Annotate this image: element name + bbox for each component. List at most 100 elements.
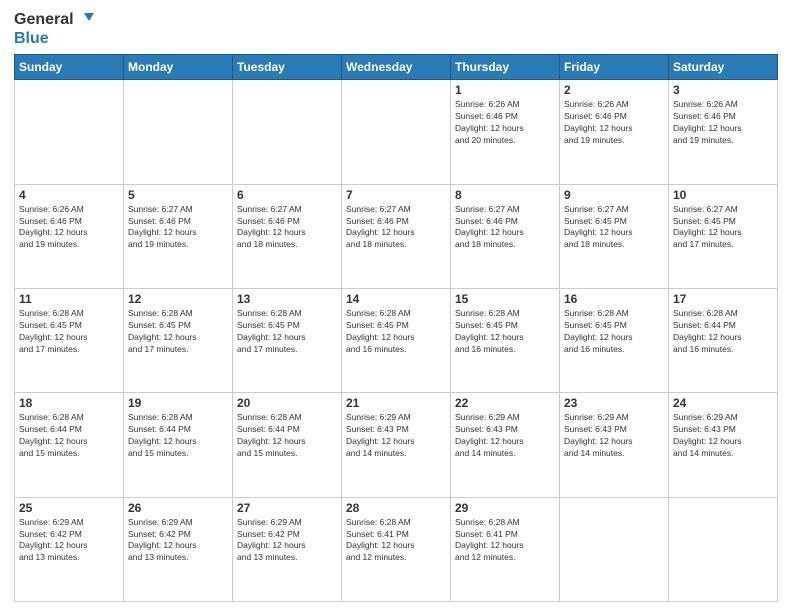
calendar-cell: 9Sunrise: 6:27 AM Sunset: 6:45 PM Daylig… [560,184,669,288]
day-number: 28 [346,501,446,515]
day-number: 6 [237,188,337,202]
day-info: Sunrise: 6:29 AM Sunset: 6:43 PM Dayligh… [346,412,446,460]
day-info: Sunrise: 6:26 AM Sunset: 6:46 PM Dayligh… [455,99,555,147]
day-info: Sunrise: 6:28 AM Sunset: 6:45 PM Dayligh… [564,308,664,356]
day-info: Sunrise: 6:29 AM Sunset: 6:42 PM Dayligh… [19,517,119,565]
day-number: 1 [455,83,555,97]
day-number: 19 [128,396,228,410]
calendar-cell: 16 Sunrise: 6:28 AM Sunset: 6:45 PM Dayli… [560,289,669,393]
day-number: 4 [19,188,119,202]
calendar-cell [669,497,778,601]
weekday-header: Tuesday [233,55,342,80]
day-number: 10 [673,188,773,202]
day-number: 24 [673,396,773,410]
day-number: 9 [564,188,664,202]
day-info: Sunrise: 6:28 AM Sunset: 6:41 PM Dayligh… [455,517,555,565]
logo-blue: Blue [14,29,49,48]
day-number: 26 [128,501,228,515]
calendar-cell: 12 Sunrise: 6:28 AM Sunset: 6:45 PM Dayli… [124,289,233,393]
calendar-cell: 13 Sunrise: 6:28 AM Sunset: 6:45 PM Dayli… [233,289,342,393]
calendar-cell: 23 Sunrise: 6:29 AM Sunset: 6:43 PM Dayli… [560,393,669,497]
logo-arrow-icon [76,11,94,29]
day-number: 13 [237,292,337,306]
day-number: 12 [128,292,228,306]
day-info: Sunrise: 6:27 AM Sunset: 6:46 PM Dayligh… [128,204,228,252]
calendar-table: SundayMondayTuesdayWednesdayThursdayFrid… [14,54,778,602]
day-info: Sunrise: 6:28 AM Sunset: 6:44 PM Dayligh… [19,412,119,460]
calendar-cell: 4 Sunrise: 6:26 AM Sunset: 6:46 PM Daylig… [15,184,124,288]
calendar-cell [124,80,233,184]
calendar-cell: 22 Sunrise: 6:29 AM Sunset: 6:43 PM Dayli… [451,393,560,497]
calendar-cell: 5 Sunrise: 6:27 AM Sunset: 6:46 PM Daylig… [124,184,233,288]
day-info: Sunrise: 6:26 AM Sunset: 6:46 PM Dayligh… [19,204,119,252]
calendar-cell: 18 Sunrise: 6:28 AM Sunset: 6:44 PM Dayli… [15,393,124,497]
page: General Blue SundayMondayTuesdayWednesda… [0,0,792,612]
day-info: Sunrise: 6:29 AM Sunset: 6:42 PM Dayligh… [128,517,228,565]
calendar-cell: 8 Sunrise: 6:27 AM Sunset: 6:46 PM Daylig… [451,184,560,288]
day-info: Sunrise: 6:29 AM Sunset: 6:43 PM Dayligh… [673,412,773,460]
weekday-header: Wednesday [342,55,451,80]
calendar-cell: 1 Sunrise: 6:26 AM Sunset: 6:46 PM Daylig… [451,80,560,184]
day-info: Sunrise: 6:29 AM Sunset: 6:43 PM Dayligh… [455,412,555,460]
calendar-cell: 10 Sunrise: 6:27 AM Sunset: 6:45 PM Dayli… [669,184,778,288]
calendar-cell: 27Sunrise: 6:29 AM Sunset: 6:42 PM Dayli… [233,497,342,601]
logo-general: General [14,10,74,29]
weekday-header: Thursday [451,55,560,80]
day-info: Sunrise: 6:28 AM Sunset: 6:44 PM Dayligh… [128,412,228,460]
day-info: Sunrise: 6:28 AM Sunset: 6:45 PM Dayligh… [19,308,119,356]
calendar-cell: 14 Sunrise: 6:28 AM Sunset: 6:45 PM Dayli… [342,289,451,393]
day-number: 8 [455,188,555,202]
calendar-cell: 25Sunrise: 6:29 AM Sunset: 6:42 PM Dayli… [15,497,124,601]
day-info: Sunrise: 6:26 AM Sunset: 6:46 PM Dayligh… [564,99,664,147]
calendar-cell: 19 Sunrise: 6:28 AM Sunset: 6:44 PM Dayli… [124,393,233,497]
calendar-cell: 11 Sunrise: 6:28 AM Sunset: 6:45 PM Dayli… [15,289,124,393]
calendar-cell [15,80,124,184]
day-info: Sunrise: 6:28 AM Sunset: 6:45 PM Dayligh… [237,308,337,356]
calendar-cell: 21 Sunrise: 6:29 AM Sunset: 6:43 PM Dayli… [342,393,451,497]
day-number: 5 [128,188,228,202]
day-info: Sunrise: 6:28 AM Sunset: 6:41 PM Dayligh… [346,517,446,565]
calendar-cell: 15 Sunrise: 6:28 AM Sunset: 6:45 PM Dayli… [451,289,560,393]
weekday-header: Friday [560,55,669,80]
header: General Blue [14,10,778,48]
day-number: 17 [673,292,773,306]
day-info: Sunrise: 6:28 AM Sunset: 6:45 PM Dayligh… [455,308,555,356]
day-number: 23 [564,396,664,410]
logo: General Blue [14,10,94,48]
day-number: 14 [346,292,446,306]
day-number: 2 [564,83,664,97]
day-number: 16 [564,292,664,306]
day-number: 29 [455,501,555,515]
day-info: Sunrise: 6:28 AM Sunset: 6:45 PM Dayligh… [346,308,446,356]
day-info: Sunrise: 6:29 AM Sunset: 6:43 PM Dayligh… [564,412,664,460]
day-number: 3 [673,83,773,97]
calendar-cell: 6 Sunrise: 6:27 AM Sunset: 6:46 PM Daylig… [233,184,342,288]
calendar-cell: 7Sunrise: 6:27 AM Sunset: 6:46 PM Daylig… [342,184,451,288]
day-number: 22 [455,396,555,410]
day-info: Sunrise: 6:28 AM Sunset: 6:45 PM Dayligh… [128,308,228,356]
calendar-cell: 24 Sunrise: 6:29 AM Sunset: 6:43 PM Dayli… [669,393,778,497]
day-info: Sunrise: 6:29 AM Sunset: 6:42 PM Dayligh… [237,517,337,565]
day-info: Sunrise: 6:27 AM Sunset: 6:46 PM Dayligh… [346,204,446,252]
calendar-cell: 3 Sunrise: 6:26 AM Sunset: 6:46 PM Daylig… [669,80,778,184]
day-info: Sunrise: 6:28 AM Sunset: 6:44 PM Dayligh… [237,412,337,460]
day-info: Sunrise: 6:27 AM Sunset: 6:46 PM Dayligh… [455,204,555,252]
day-number: 11 [19,292,119,306]
calendar-cell: 20 Sunrise: 6:28 AM Sunset: 6:44 PM Dayli… [233,393,342,497]
calendar-cell: 28 Sunrise: 6:28 AM Sunset: 6:41 PM Dayli… [342,497,451,601]
calendar-cell: 26 Sunrise: 6:29 AM Sunset: 6:42 PM Dayli… [124,497,233,601]
day-number: 18 [19,396,119,410]
calendar-cell [233,80,342,184]
calendar-cell: 17Sunrise: 6:28 AM Sunset: 6:44 PM Dayli… [669,289,778,393]
day-number: 21 [346,396,446,410]
day-number: 20 [237,396,337,410]
calendar-cell [560,497,669,601]
day-info: Sunrise: 6:26 AM Sunset: 6:46 PM Dayligh… [673,99,773,147]
calendar-cell: 29 Sunrise: 6:28 AM Sunset: 6:41 PM Dayli… [451,497,560,601]
day-info: Sunrise: 6:27 AM Sunset: 6:45 PM Dayligh… [673,204,773,252]
day-number: 15 [455,292,555,306]
day-info: Sunrise: 6:27 AM Sunset: 6:46 PM Dayligh… [237,204,337,252]
weekday-header: Sunday [15,55,124,80]
weekday-header: Saturday [669,55,778,80]
weekday-header: Monday [124,55,233,80]
